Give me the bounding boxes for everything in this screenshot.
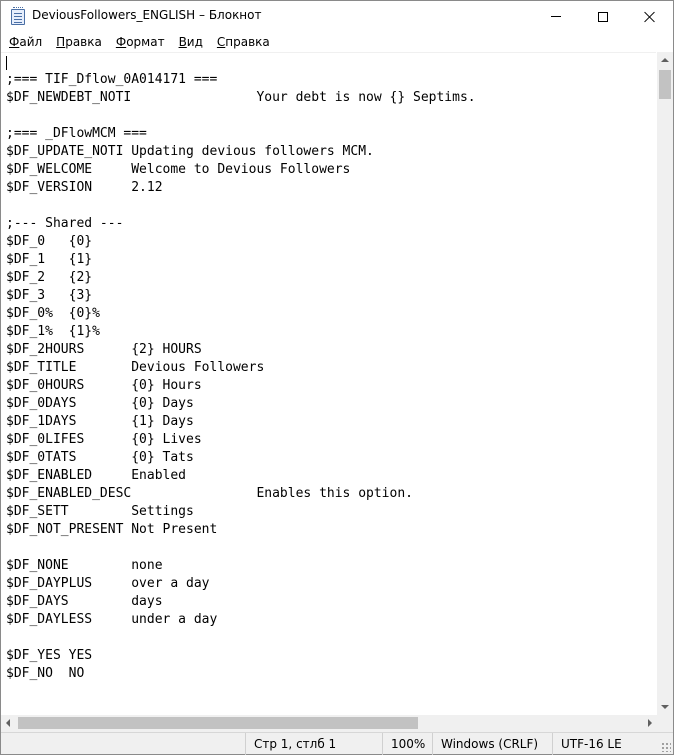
scroll-right-icon[interactable] [648, 719, 652, 727]
text-line [6, 629, 476, 647]
text-line: $DF_0TATS {0} Tats [6, 450, 194, 465]
title-bar[interactable]: DeviousFollowers_ENGLISH – Блокнот [1, 1, 673, 32]
maximize-icon [598, 11, 608, 22]
vertical-scroll-thumb[interactable] [659, 70, 671, 99]
notepad-window: DeviousFollowers_ENGLISH – Блокнот Файл … [0, 0, 674, 755]
status-bar: Стр 1, стлб 1 100% Windows (CRLF) UTF-16… [1, 732, 673, 755]
menu-view[interactable]: Вид [172, 35, 210, 49]
maximize-button[interactable] [580, 1, 626, 32]
text-line: $DF_NEWDEBT_NOTI Your debt is now {} Sep… [6, 90, 476, 105]
text-line: $DF_0% {0}% [6, 306, 100, 321]
notepad-icon [11, 7, 25, 25]
text-line: $DF_1 {1} [6, 252, 93, 267]
text-line: $DF_1DAYS {1} Days [6, 414, 194, 429]
text-line: $DF_UPDATE_NOTI Updating devious followe… [6, 144, 374, 159]
text-line: $DF_2HOURS {2} HOURS [6, 342, 202, 357]
text-line: $DF_NO NO [6, 666, 85, 681]
scrollbar-corner [657, 715, 673, 732]
vertical-scrollbar[interactable] [657, 52, 673, 715]
text-line [6, 107, 476, 125]
minimize-icon [551, 16, 561, 17]
text-line: ;=== TIF_Dflow_0A014171 === [6, 72, 218, 87]
text-line: $DF_WELCOME Welcome to Devious Followers [6, 162, 351, 177]
text-line: $DF_NONE none [6, 558, 163, 573]
window-title: DeviousFollowers_ENGLISH – Блокнот [32, 8, 262, 22]
scroll-up-icon[interactable] [661, 58, 669, 62]
minimize-button[interactable] [533, 1, 579, 32]
menu-format[interactable]: Формат [109, 35, 172, 49]
status-cursor-position: Стр 1, стлб 1 [245, 733, 382, 755]
text-line: $DF_2 {2} [6, 270, 93, 285]
resize-grip-icon[interactable] [661, 742, 671, 752]
text-line: $DF_DAYPLUS over a day [6, 576, 210, 591]
text-line: $DF_SETT Settings [6, 504, 194, 519]
menu-edit[interactable]: Правка [49, 35, 109, 49]
status-zoom: 100% [382, 733, 432, 755]
text-line: ;--- Shared --- [6, 216, 124, 231]
text-line [6, 197, 476, 215]
text-line [6, 539, 476, 557]
text-line: $DF_YES YES [6, 648, 93, 663]
menu-bar: Файл Правка Формат Вид Справка [1, 32, 673, 51]
scroll-left-icon[interactable] [6, 719, 10, 727]
horizontal-scrollbar[interactable] [1, 715, 657, 732]
text-line: $DF_ENABLED Enabled [6, 468, 187, 483]
text-line: $DF_DAYLESS under a day [6, 612, 218, 627]
status-line-endings: Windows (CRLF) [432, 733, 552, 755]
text-line: $DF_1% {1}% [6, 324, 100, 339]
menu-help[interactable]: Справка [210, 35, 277, 49]
menu-file[interactable]: Файл [1, 35, 49, 49]
horizontal-scroll-thumb[interactable] [18, 717, 418, 729]
text-line: $DF_DAYS days [6, 594, 163, 609]
text-line: $DF_TITLE Devious Followers [6, 360, 265, 375]
text-line: $DF_NOT_PRESENT Not Present [6, 522, 218, 537]
close-icon [644, 11, 656, 23]
status-encoding: UTF-16 LE [552, 733, 673, 755]
text-line: $DF_ENABLED_DESC Enables this option. [6, 486, 413, 501]
text-line: $DF_0 {0} [6, 234, 93, 249]
editor-content[interactable]: ;=== TIF_Dflow_0A014171 === $DF_NEWDEBT_N… [6, 71, 476, 683]
close-button[interactable] [627, 1, 673, 32]
scroll-down-icon[interactable] [661, 705, 669, 709]
text-line: $DF_VERSION 2.12 [6, 180, 163, 195]
text-line: $DF_0LIFES {0} Lives [6, 432, 202, 447]
text-editor[interactable]: ;=== TIF_Dflow_0A014171 === $DF_NEWDEBT_N… [1, 52, 656, 715]
text-line: $DF_0HOURS {0} Hours [6, 378, 202, 393]
text-line: $DF_0DAYS {0} Days [6, 396, 194, 411]
text-caret [6, 56, 7, 70]
text-line: ;=== _DFlowMCM === [6, 126, 147, 141]
text-line: $DF_3 {3} [6, 288, 93, 303]
